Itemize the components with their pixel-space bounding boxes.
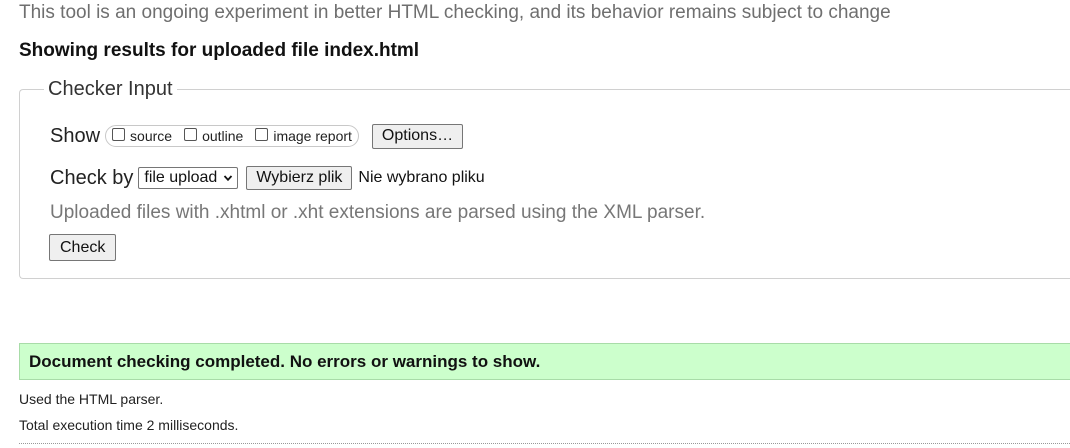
no-file-chosen-text: Nie wybrano pliku	[358, 169, 485, 186]
outline-checkbox[interactable]	[184, 127, 198, 141]
validator-page: This tool is an ongoing experiment in be…	[0, 0, 1070, 448]
tagline: This tool is an ongoing experiment in be…	[19, 2, 891, 23]
success-message-bar: Document checking completed. No errors o…	[19, 343, 1070, 380]
show-source-option[interactable]: source	[112, 127, 173, 144]
image-report-checkbox[interactable]	[255, 127, 269, 141]
check-by-label: Check by	[50, 166, 134, 189]
show-options-group: source outline image report	[105, 125, 359, 147]
divider	[19, 443, 1070, 444]
checker-input-legend: Checker Input	[44, 78, 177, 101]
source-checkbox-label: source	[130, 128, 173, 144]
image-report-checkbox-label: image report	[273, 128, 352, 144]
check-by-select[interactable]: file upload	[138, 167, 239, 189]
checker-input-fieldset: Checker Input Show source outline image …	[19, 78, 1070, 279]
check-by-selected-value: file upload	[144, 169, 218, 186]
check-button[interactable]: Check	[49, 234, 117, 261]
xml-parser-note: Uploaded files with .xhtml or .xht exten…	[50, 202, 706, 223]
options-button[interactable]: Options…	[371, 123, 464, 149]
choose-file-button[interactable]: Wybierz plik	[246, 166, 353, 190]
show-image-report-option[interactable]: image report	[255, 127, 352, 144]
show-outline-option[interactable]: outline	[184, 127, 244, 144]
parser-info: Used the HTML parser.	[19, 391, 164, 407]
execution-time: Total execution time 2 milliseconds.	[19, 417, 239, 433]
show-label: Show	[50, 124, 101, 147]
source-checkbox[interactable]	[112, 127, 126, 141]
show-options-row: Show source outline image report Options…	[50, 122, 464, 150]
results-heading: Showing results for uploaded file index.…	[19, 40, 420, 61]
chevron-down-icon	[224, 175, 233, 182]
success-message: Document checking completed. No errors o…	[29, 351, 541, 371]
check-by-row: Check by file upload Wybierz plik Nie wy…	[50, 165, 485, 191]
outline-checkbox-label: outline	[202, 128, 244, 144]
